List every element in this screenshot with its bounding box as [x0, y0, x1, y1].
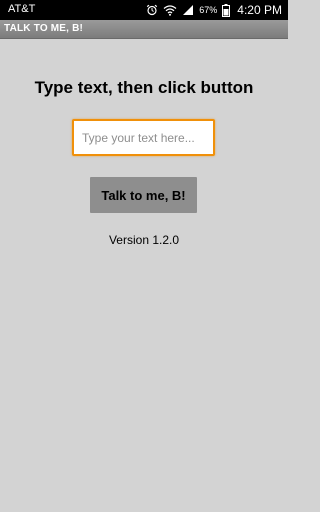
alarm-icon: [146, 4, 158, 16]
battery-icon: [222, 3, 231, 17]
wifi-icon: [163, 4, 177, 16]
talk-button[interactable]: Talk to me, B!: [90, 177, 197, 213]
carrier-label: AT&T: [8, 3, 36, 15]
status-icons: 67% 4:20 PM: [146, 2, 282, 18]
app-bar: TALK TO ME, B!: [0, 20, 288, 39]
text-input[interactable]: [72, 119, 215, 156]
version-label: Version 1.2.0: [108, 233, 180, 247]
app-title: TALK TO ME, B!: [4, 23, 84, 34]
status-bar: AT&T 67% 4:20 PM: [0, 0, 288, 20]
clock: 4:20 PM: [237, 3, 282, 17]
instructions-heading: Type text, then click button: [34, 78, 254, 97]
battery-percent: 67%: [199, 5, 218, 15]
signal-icon: [182, 4, 194, 16]
